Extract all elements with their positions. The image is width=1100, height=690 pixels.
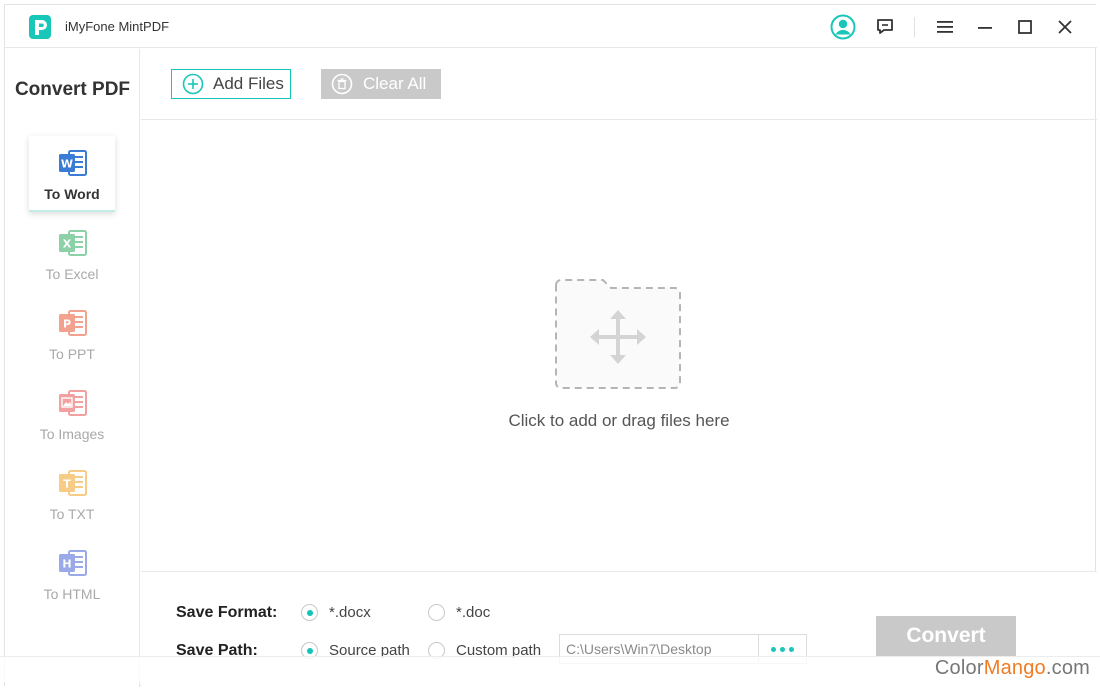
sidebar-item-label: To HTML [43, 586, 101, 602]
sidebar-item-label: To Images [39, 426, 105, 442]
app-title: iMyFone MintPDF [65, 19, 170, 34]
dot-icon [789, 646, 794, 652]
sidebar-item-to-word[interactable]: W To Word [29, 136, 115, 212]
sidebar-item-to-excel[interactable]: X To Excel [29, 216, 115, 292]
watermark: ColorMango.com [935, 657, 1090, 680]
dot-icon [780, 646, 785, 652]
watermark-part: Mango [983, 657, 1046, 679]
sidebar-item-label: To PPT [49, 346, 95, 362]
title-bar: iMyFone MintPDF [5, 5, 1097, 48]
app-window: iMyFone MintPDF Convert PDF W To Word X … [4, 4, 1097, 687]
svg-text:W: W [61, 158, 73, 171]
menu-icon[interactable] [931, 13, 959, 41]
format-doc-radio[interactable]: *.doc [428, 604, 490, 621]
dot-icon [771, 646, 776, 652]
format-docx-radio[interactable]: *.docx [301, 604, 371, 621]
word-icon: W [59, 150, 87, 176]
ppt-icon: P [59, 310, 87, 336]
excel-icon: X [59, 230, 87, 256]
clear-all-button[interactable]: Clear All [321, 69, 441, 99]
clear-all-label: Clear All [363, 74, 427, 93]
images-icon [59, 390, 87, 416]
plus-circle-icon [182, 73, 204, 95]
sidebar: Convert PDF W To Word X To Excel P To PP… [5, 49, 140, 687]
toolbar: Add Files Clear All [141, 49, 1097, 120]
radio-indicator [301, 604, 318, 621]
sidebar-item-to-ppt[interactable]: P To PPT [29, 296, 115, 372]
svg-text:T: T [63, 478, 71, 491]
sidebar-item-to-html[interactable]: H To HTML [29, 536, 115, 612]
radio-label: *.doc [456, 604, 491, 621]
watermark-part: .com [1045, 657, 1090, 679]
txt-icon: T [59, 470, 87, 496]
sidebar-item-to-images[interactable]: To Images [29, 376, 115, 452]
html-icon: H [59, 550, 87, 576]
svg-text:H: H [62, 558, 71, 571]
save-format-label: Save Format: [176, 604, 278, 621]
trash-icon [331, 73, 353, 95]
close-icon[interactable] [1051, 13, 1079, 41]
account-icon[interactable] [829, 13, 857, 41]
feedback-icon[interactable] [871, 13, 899, 41]
convert-button[interactable]: Convert [876, 616, 1016, 656]
app-logo-icon [29, 15, 51, 39]
watermark-part: Color [934, 657, 984, 679]
svg-text:X: X [63, 238, 72, 251]
file-drop-zone[interactable]: Click to add or drag files here [141, 121, 1097, 571]
sidebar-item-label: To TXT [49, 506, 95, 522]
drag-folder-icon [555, 279, 681, 389]
radio-indicator [428, 604, 445, 621]
minimize-icon[interactable] [971, 13, 999, 41]
drop-hint-text: Click to add or drag files here [508, 411, 730, 430]
add-files-label: Add Files [213, 74, 284, 93]
sidebar-item-to-txt[interactable]: T To TXT [29, 456, 115, 532]
sidebar-item-label: To Excel [45, 266, 99, 282]
sidebar-item-label: To Word [44, 186, 100, 202]
maximize-icon[interactable] [1011, 13, 1039, 41]
add-files-button[interactable]: Add Files [171, 69, 291, 99]
sidebar-title: Convert PDF [14, 79, 131, 100]
svg-text:P: P [63, 318, 71, 331]
radio-label: *.docx [329, 604, 371, 621]
titlebar-divider [914, 17, 915, 37]
